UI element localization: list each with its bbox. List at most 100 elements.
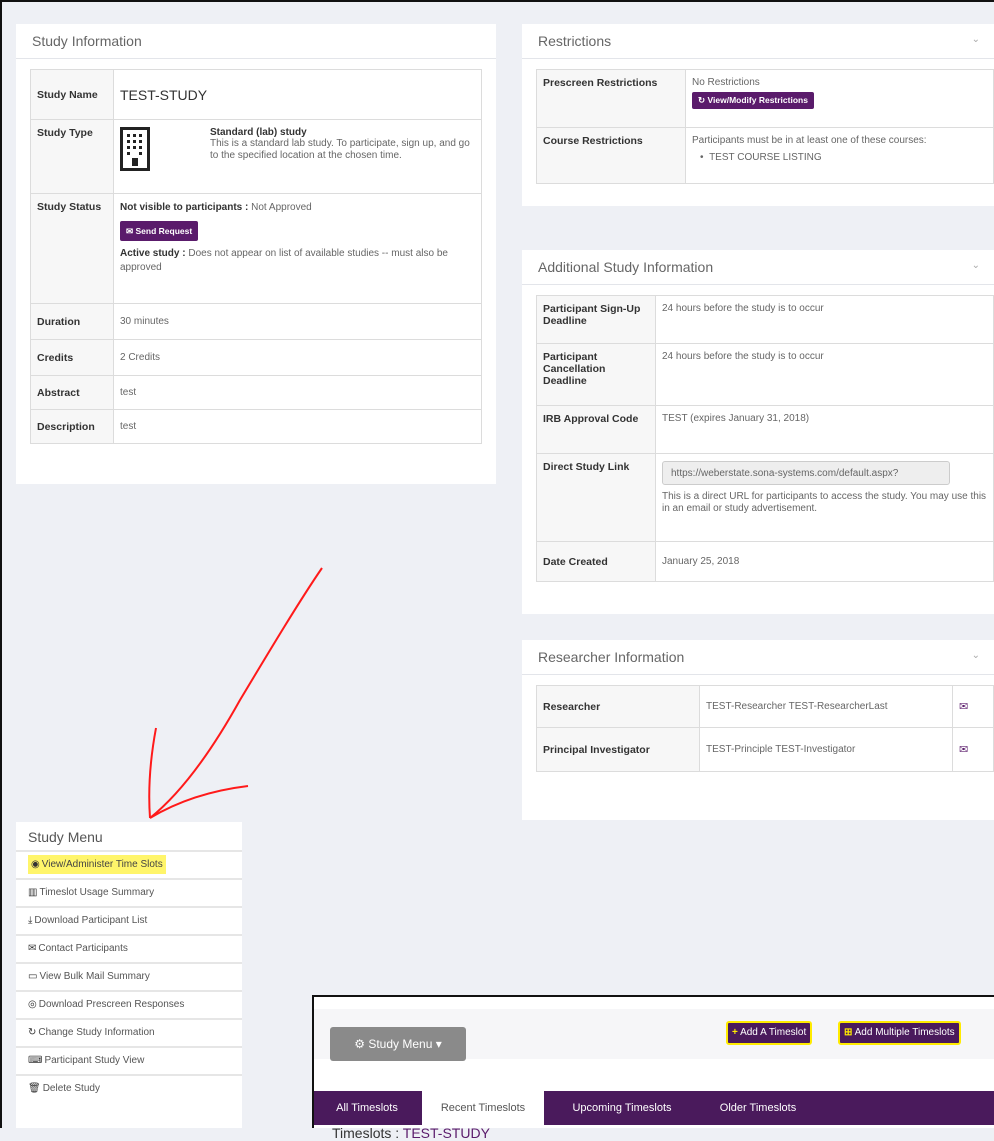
additional-info-table: Participant Sign-Up Deadline 24 hours be… — [536, 295, 994, 582]
tab-upcoming-timeslots[interactable]: Upcoming Timeslots — [554, 1091, 690, 1125]
course-restrictions-key: Course Restrictions — [536, 127, 686, 184]
study-menu-button-label: Study Menu — [368, 1037, 433, 1051]
menu-item-label: Delete Study — [42, 1083, 100, 1094]
add-a-timeslot-button[interactable]: + Add A Timeslot — [726, 1021, 813, 1045]
additional-study-information-title: Additional Study Information — [522, 250, 994, 285]
envelope-icon: ✉ — [28, 943, 37, 954]
timeslots-heading: Timeslots : TEST-STUDY — [332, 1125, 490, 1141]
plus-square-icon: ⊞ — [844, 1027, 853, 1038]
email-researcher-icon[interactable]: ✉ — [959, 701, 968, 713]
menu-item-timeslot-usage-summary[interactable]: ▥ Timeslot Usage Summary — [16, 878, 242, 906]
cancellation-deadline-value: 24 hours before the study is to occur — [655, 343, 994, 406]
abstract-key: Abstract — [30, 375, 114, 410]
study-name-value: TEST-STUDY — [113, 69, 482, 120]
duration-key: Duration — [30, 303, 114, 340]
visible-value: Not Approved — [251, 202, 312, 213]
building-icon — [120, 127, 150, 171]
timeslots-heading-prefix: Timeslots : — [332, 1125, 400, 1141]
tab-older-timeslots[interactable]: Older Timeslots — [700, 1091, 816, 1125]
menu-item-contact-participants[interactable]: ✉ Contact Participants — [16, 934, 242, 962]
chart-icon: ▥ — [28, 887, 38, 898]
additional-study-information-panel: Additional Study Information ⌄ Participa… — [522, 250, 994, 614]
menu-item-label: Download Prescreen Responses — [38, 999, 185, 1010]
chevron-down-icon[interactable]: ⌄ — [972, 34, 980, 45]
date-created-value: January 25, 2018 — [655, 541, 994, 582]
principal-investigator-value: TEST-Principle TEST-Investigator — [699, 727, 953, 772]
principal-investigator-key: Principal Investigator — [536, 727, 700, 772]
credits-value: 2 Credits — [113, 339, 482, 376]
prescreen-restrictions-value: No Restrictions — [692, 77, 760, 88]
refresh-icon: ↻ — [698, 95, 706, 105]
add-multiple-timeslots-label: Add Multiple Timeslots — [854, 1027, 955, 1038]
restrictions-title: Restrictions — [522, 24, 994, 59]
menu-item-label: Change Study Information — [38, 1027, 155, 1038]
add-multiple-timeslots-button[interactable]: ⊞ Add Multiple Timeslots — [838, 1021, 961, 1045]
study-type-key: Study Type — [30, 119, 114, 194]
direct-study-link-field[interactable] — [662, 461, 950, 485]
study-type-description: This is a standard lab study. To partici… — [210, 138, 470, 161]
menu-item-label: View/Administer Time Slots — [41, 859, 163, 870]
send-request-button[interactable]: ✉ Send Request — [120, 221, 199, 241]
inbox-icon: ▭ — [28, 971, 38, 982]
course-restrictions-value: Participants must be in at least one of … — [692, 135, 927, 146]
email-investigator-icon[interactable]: ✉ — [959, 744, 968, 756]
timeslots-toolbar: ⚙ Study Menu ▾ + Add A Timeslot ⊞ Add Mu… — [314, 1009, 994, 1061]
signup-deadline-key: Participant Sign-Up Deadline — [536, 295, 656, 344]
screenshot-border-left — [0, 0, 2, 1128]
menu-item-delete-study[interactable]: 🗑 Delete Study — [16, 1074, 242, 1102]
plus-icon: + — [732, 1027, 738, 1038]
cogs-icon: ⚙ — [354, 1037, 365, 1051]
duration-value: 30 minutes — [113, 303, 482, 340]
researcher-value: TEST-Researcher TEST-ResearcherLast — [699, 685, 953, 728]
menu-item-change-study-information[interactable]: ↻ Change Study Information — [16, 1018, 242, 1046]
menu-item-view-bulk-mail-summary[interactable]: ▭ View Bulk Mail Summary — [16, 962, 242, 990]
study-menu-title: Study Menu — [28, 829, 103, 845]
refresh-icon: ↻ — [28, 1027, 37, 1038]
tab-recent-timeslots[interactable]: Recent Timeslots — [422, 1091, 544, 1125]
researcher-information-panel: Researcher Information ⌄ Researcher TEST… — [522, 640, 994, 820]
study-information-panel: Study Information Study Name TEST-STUDY … — [16, 24, 496, 484]
caret-down-icon: ▾ — [435, 1037, 442, 1051]
description-key: Description — [30, 409, 114, 444]
view-modify-restrictions-button[interactable]: ↻ View/Modify Restrictions — [692, 92, 814, 109]
menu-item-participant-study-view[interactable]: ⌨ Participant Study View — [16, 1046, 242, 1074]
direct-study-link-description: This is a direct URL for participants to… — [662, 491, 987, 514]
researcher-table: Researcher TEST-Researcher TEST-Research… — [536, 685, 994, 772]
menu-item-label: View Bulk Mail Summary — [39, 971, 150, 982]
menu-item-label: Participant Study View — [44, 1055, 145, 1066]
screenshot-border-top — [0, 0, 994, 2]
restrictions-panel: Restrictions ⌄ Prescreen Restrictions No… — [522, 24, 994, 206]
timeslots-heading-study-link[interactable]: TEST-STUDY — [403, 1125, 490, 1141]
menu-item-download-prescreen-responses[interactable]: ◎ Download Prescreen Responses — [16, 990, 242, 1018]
menu-item-download-participant-list[interactable]: ⤓ Download Participant List — [16, 906, 242, 934]
record-icon: ◎ — [28, 999, 37, 1010]
visible-label: Not visible to participants : — [120, 202, 249, 213]
description-value: test — [113, 409, 482, 444]
study-type-title: Standard (lab) study — [210, 127, 307, 138]
prescreen-restrictions-key: Prescreen Restrictions — [536, 69, 686, 128]
envelope-icon: ✉ — [126, 226, 134, 236]
tab-all-timeslots[interactable]: All Timeslots — [318, 1091, 416, 1125]
chevron-down-icon[interactable]: ⌄ — [972, 260, 980, 271]
researcher-information-title: Researcher Information — [522, 640, 994, 675]
send-request-label: Send Request — [135, 226, 193, 236]
study-menu-panel: Study Menu ◉ View/Administer Time Slots ▥… — [16, 822, 242, 1128]
restrictions-table: Prescreen Restrictions No Restrictions ↻… — [536, 69, 994, 184]
abstract-value: test — [113, 375, 482, 410]
timeslots-overlay: ⚙ Study Menu ▾ + Add A Timeslot ⊞ Add Mu… — [312, 995, 994, 1141]
menu-item-view-administer-time-slots[interactable]: ◉ View/Administer Time Slots — [16, 850, 242, 878]
timeslot-tabs: All Timeslots Recent Timeslots Upcoming … — [314, 1091, 994, 1125]
study-menu-dropdown-button[interactable]: ⚙ Study Menu ▾ — [330, 1027, 466, 1061]
laptop-icon: ⌨ — [28, 1055, 43, 1066]
researcher-key: Researcher — [536, 685, 700, 728]
date-created-key: Date Created — [536, 541, 656, 582]
cancellation-deadline-key: Participant Cancellation Deadline — [536, 343, 656, 406]
study-information-table: Study Name TEST-STUDY Study Type Standar… — [30, 69, 482, 444]
download-icon: ⤓ — [28, 915, 33, 926]
menu-item-label: Timeslot Usage Summary — [39, 887, 155, 898]
menu-item-label: Contact Participants — [38, 943, 128, 954]
chevron-down-icon[interactable]: ⌄ — [972, 650, 980, 661]
trash-icon: 🗑 — [28, 1083, 41, 1094]
add-a-timeslot-label: Add A Timeslot — [740, 1027, 807, 1038]
irb-approval-code-key: IRB Approval Code — [536, 405, 656, 454]
